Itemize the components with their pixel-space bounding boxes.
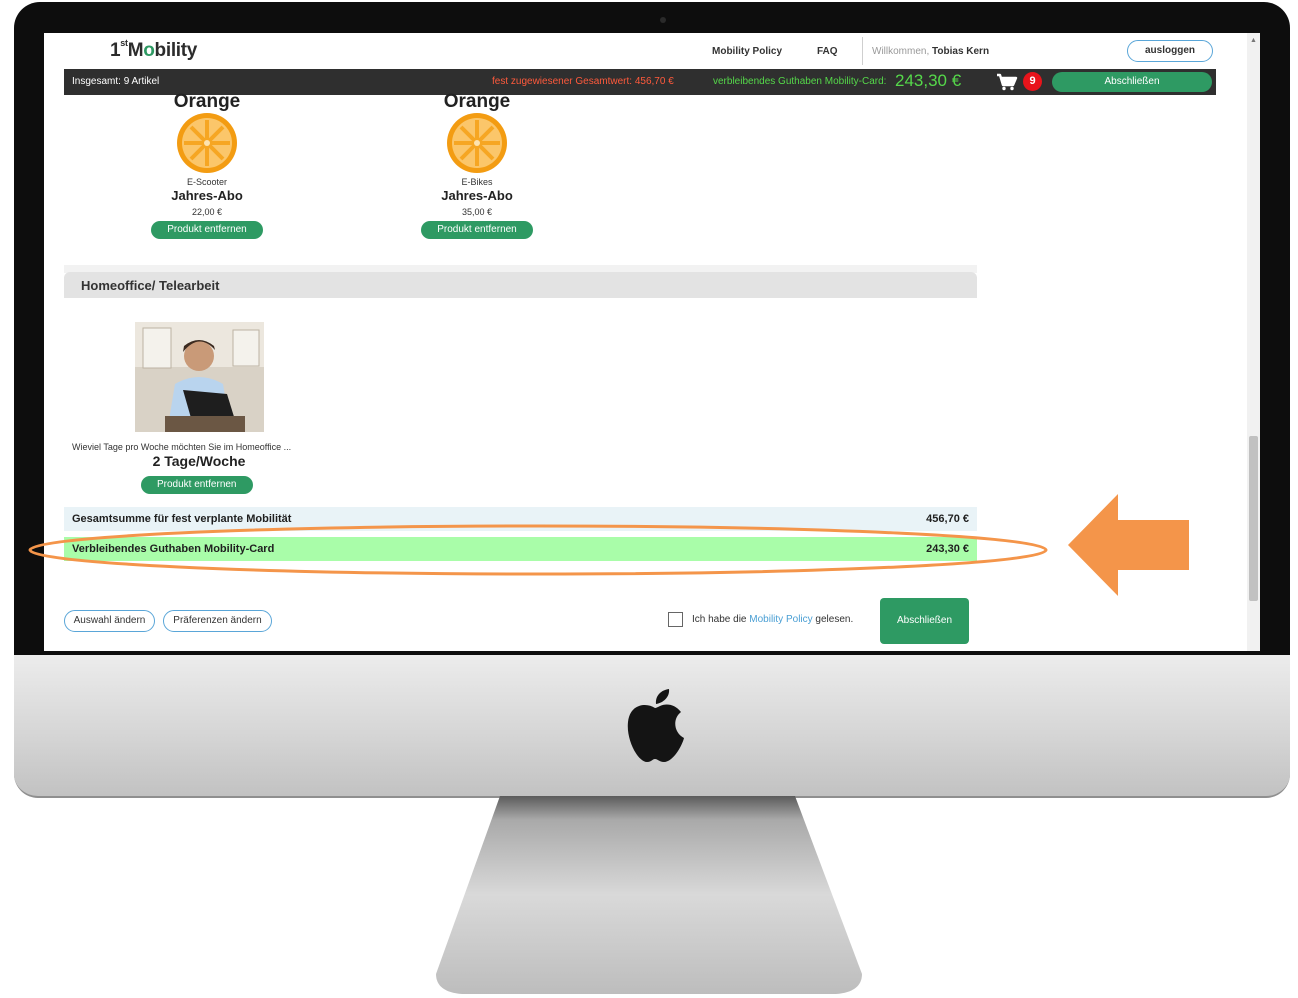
scrollbar[interactable]: ▲ — [1247, 33, 1260, 651]
mobility-products-card: Orange E-Scooter Jahres-Abo 22,00 € Prod… — [64, 92, 977, 262]
orange-icon — [447, 113, 507, 173]
fixed-total-value: fest zugewiesener Gesamtwert: 456,70 € — [492, 76, 674, 87]
fixed-total-row: Gesamtsumme für fest verplante Mobilität… — [64, 507, 977, 531]
logout-button[interactable]: ausloggen — [1127, 40, 1213, 62]
homeoffice-question: Wieviel Tage pro Woche möchten Sie im Ho… — [72, 442, 292, 452]
scrollbar-thumb[interactable] — [1249, 436, 1258, 601]
homeoffice-card: Wieviel Tage pro Woche möchten Sie im Ho… — [64, 298, 977, 500]
screen: 1stMobility Mobility Policy FAQ Willkomm… — [44, 33, 1260, 651]
logo-pin-o: o — [143, 40, 155, 61]
change-selection-button[interactable]: Auswahl ändern — [64, 610, 155, 632]
orange-icon — [177, 113, 237, 173]
remaining-credit-row: Verbleibendes Guthaben Mobility-Card 243… — [64, 537, 977, 561]
policy-checkbox[interactable] — [668, 612, 683, 627]
product-name: Orange — [173, 91, 241, 112]
nav-mobility-policy[interactable]: Mobility Policy — [712, 46, 782, 57]
scroll-up-arrow-icon[interactable]: ▲ — [1250, 37, 1257, 44]
product-card: Orange E-Bikes Jahres-Abo 35,00 € Produk… — [382, 92, 572, 239]
fixed-total-label: Gesamtsumme für fest verplante Mobilität — [72, 513, 292, 525]
homeoffice-photo — [135, 322, 264, 432]
camera-dot — [660, 17, 666, 23]
product-category: E-Scooter — [186, 177, 228, 187]
finish-button-top[interactable]: Abschließen — [1052, 72, 1212, 92]
remaining-credit-value: 243,30 € — [895, 71, 962, 90]
top-navigation: 1stMobility Mobility Policy FAQ Willkomm… — [44, 33, 1260, 69]
user-name: Tobias Kern — [932, 46, 990, 57]
remove-product-button[interactable]: Produkt entfernen — [141, 476, 253, 494]
product-name: Orange — [443, 91, 511, 112]
homeoffice-answer: 2 Tage/Woche — [152, 453, 246, 469]
homeoffice-section-header: Homeoffice/ Telearbeit — [64, 272, 977, 298]
product-card: Orange E-Scooter Jahres-Abo 22,00 € Prod… — [112, 92, 302, 239]
policy-confirmation-text: Ich habe die Mobility Policy gelesen. — [692, 614, 854, 625]
remaining-credit-row-amount: 243,30 € — [926, 543, 969, 555]
product-price: 35,00 € — [461, 207, 493, 217]
policy-link[interactable]: Mobility Policy — [749, 614, 812, 625]
product-price: 22,00 € — [191, 207, 223, 217]
nav-divider — [862, 37, 863, 65]
monitor-mockup: 1stMobility Mobility Policy FAQ Willkomm… — [0, 0, 1298, 998]
fixed-total-amount: 456,70 € — [926, 513, 969, 525]
section-title: Homeoffice/ Telearbeit — [81, 278, 220, 293]
remaining-credit-label: verbleibendes Guthaben Mobility-Card: — [713, 76, 887, 87]
product-title: Jahres-Abo — [171, 188, 243, 203]
remove-product-button[interactable]: Produkt entfernen — [151, 221, 263, 239]
product-category: E-Bikes — [461, 177, 493, 187]
remove-product-button[interactable]: Produkt entfernen — [421, 221, 533, 239]
remaining-credit-row-label: Verbleibendes Guthaben Mobility-Card — [72, 543, 275, 555]
nav-faq[interactable]: FAQ — [817, 46, 838, 57]
change-preferences-button[interactable]: Präferenzen ändern — [163, 610, 272, 632]
cart-icon[interactable] — [996, 73, 1018, 91]
cart-count-badge: 9 — [1023, 72, 1042, 91]
apple-logo — [627, 689, 684, 762]
monitor-stand — [436, 796, 862, 994]
cart-content: Orange E-Scooter Jahres-Abo 22,00 € Prod… — [64, 92, 977, 651]
total-items: Insgesamt: 9 Artikel — [72, 76, 160, 87]
finish-button[interactable]: Abschließen — [880, 598, 969, 644]
monitor-chin — [14, 655, 1290, 798]
product-title: Jahres-Abo — [441, 188, 513, 203]
welcome-text: Willkommen, Tobias Kern — [872, 46, 990, 57]
brand-logo[interactable]: 1stMobility — [110, 38, 197, 62]
